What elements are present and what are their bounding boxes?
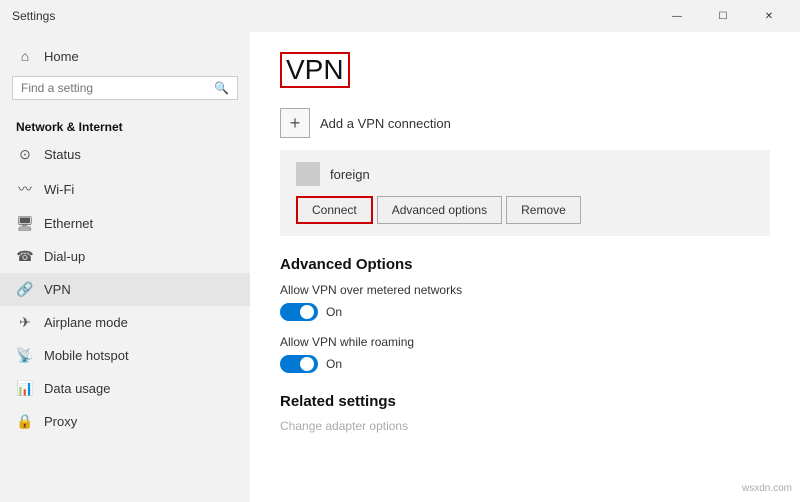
vpn-entry-name: foreign <box>296 162 754 186</box>
airplane-icon: ✈ <box>16 314 34 331</box>
sidebar-item-datausage[interactable]: 📊 Data usage <box>0 372 250 405</box>
connect-button[interactable]: Connect <box>296 196 373 224</box>
window-content: ⌂ Home 🔍 Network & Internet ⊙ Status 〰 W… <box>0 32 800 502</box>
option2-toggle[interactable] <box>280 355 318 373</box>
option1-toggle[interactable] <box>280 303 318 321</box>
titlebar: Settings — ☐ ✕ <box>0 0 800 32</box>
sidebar-item-proxy[interactable]: 🔒 Proxy <box>0 405 250 438</box>
window-controls: — ☐ ✕ <box>654 0 792 32</box>
add-vpn-text: Add a VPN connection <box>320 116 451 131</box>
sidebar-item-wifi[interactable]: 〰 Wi-Fi <box>0 171 250 207</box>
sidebar: ⌂ Home 🔍 Network & Internet ⊙ Status 〰 W… <box>0 32 250 502</box>
option1-toggle-label: On <box>326 305 342 319</box>
add-vpn-row[interactable]: + Add a VPN connection <box>280 108 770 138</box>
add-vpn-icon: + <box>280 108 310 138</box>
sidebar-item-ethernet[interactable]: 🖥 Ethernet <box>0 207 250 240</box>
home-icon: ⌂ <box>16 48 34 64</box>
sidebar-item-vpn[interactable]: 🔗 VPN <box>0 273 250 306</box>
vpn-buttons: Connect Advanced options Remove <box>296 196 754 224</box>
sidebar-ethernet-label: Ethernet <box>44 216 93 231</box>
window-title: Settings <box>8 9 55 23</box>
sidebar-dialup-label: Dial-up <box>44 249 85 264</box>
search-icon: 🔍 <box>214 81 229 95</box>
sidebar-hotspot-label: Mobile hotspot <box>44 348 129 363</box>
sidebar-search-box[interactable]: 🔍 <box>12 76 238 100</box>
change-adapter-link[interactable]: Change adapter options <box>280 419 408 433</box>
advanced-options-heading: Advanced Options <box>280 256 770 273</box>
advanced-options-button[interactable]: Advanced options <box>377 196 502 224</box>
sidebar-item-hotspot[interactable]: 📡 Mobile hotspot <box>0 339 250 372</box>
dialup-icon: ☎ <box>16 248 34 265</box>
sidebar-proxy-label: Proxy <box>44 414 77 429</box>
sidebar-item-home[interactable]: ⌂ Home <box>0 40 250 72</box>
option1-toggle-row: On <box>280 303 770 321</box>
maximize-button[interactable]: ☐ <box>700 0 746 32</box>
minimize-button[interactable]: — <box>654 0 700 32</box>
watermark: wsxdn.com <box>742 483 792 494</box>
option2-toggle-row: On <box>280 355 770 373</box>
sidebar-item-airplane[interactable]: ✈ Airplane mode <box>0 306 250 339</box>
remove-button[interactable]: Remove <box>506 196 581 224</box>
close-button[interactable]: ✕ <box>746 0 792 32</box>
sidebar-item-status[interactable]: ⊙ Status <box>0 138 250 171</box>
page-title: VPN <box>280 52 350 88</box>
search-input[interactable] <box>21 81 214 95</box>
sidebar-vpn-label: VPN <box>44 282 71 297</box>
vpn-entry: foreign Connect Advanced options Remove <box>280 150 770 236</box>
vpn-entry-icon <box>296 162 320 186</box>
sidebar-section-title: Network & Internet <box>0 112 250 138</box>
vpn-name-label: foreign <box>330 167 370 182</box>
option2-toggle-label: On <box>326 357 342 371</box>
main-content: VPN + Add a VPN connection foreign Conne… <box>250 32 800 502</box>
option2-label: Allow VPN while roaming <box>280 335 770 349</box>
vpn-icon: 🔗 <box>16 281 34 298</box>
sidebar-item-dialup[interactable]: ☎ Dial-up <box>0 240 250 273</box>
sidebar-home-label: Home <box>44 49 79 64</box>
sidebar-status-label: Status <box>44 147 81 162</box>
related-settings-heading: Related settings <box>280 393 770 410</box>
wifi-icon: 〰 <box>16 179 34 199</box>
hotspot-icon: 📡 <box>16 347 34 364</box>
sidebar-airplane-label: Airplane mode <box>44 315 128 330</box>
sidebar-wifi-label: Wi-Fi <box>44 182 74 197</box>
datausage-icon: 📊 <box>16 380 34 397</box>
settings-window: Settings — ☐ ✕ ⌂ Home 🔍 Network & Intern… <box>0 0 800 502</box>
status-icon: ⊙ <box>16 146 34 163</box>
proxy-icon: 🔒 <box>16 413 34 430</box>
option1-label: Allow VPN over metered networks <box>280 283 770 297</box>
sidebar-datausage-label: Data usage <box>44 381 111 396</box>
ethernet-icon: 🖥 <box>16 215 34 232</box>
